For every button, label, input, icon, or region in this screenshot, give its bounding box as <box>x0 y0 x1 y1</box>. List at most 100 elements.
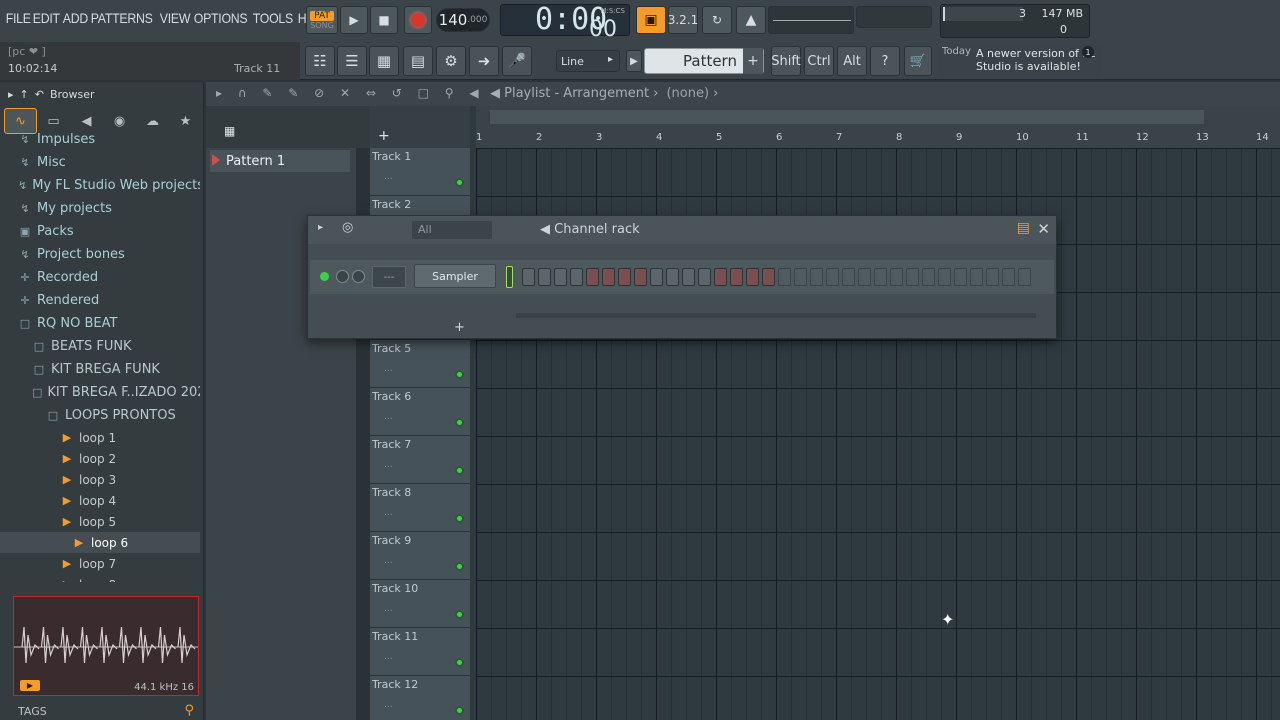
alt-key-button[interactable]: Alt <box>837 46 867 76</box>
step-button[interactable] <box>538 268 551 286</box>
track-mute-led[interactable] <box>455 466 464 475</box>
preview-play-button[interactable]: ▶ <box>20 680 40 691</box>
arrow-up-icon[interactable]: ↑ <box>20 88 29 101</box>
sample-preview[interactable]: ▶ 44.1 kHz 16 <box>13 596 199 696</box>
step-button[interactable] <box>794 268 807 286</box>
time-display[interactable]: 0:00 M:S:CS 00 <box>500 2 630 42</box>
horizontal-scrollbar[interactable] <box>490 110 1204 124</box>
browser-folder-item[interactable]: ↯ My projects <box>0 197 200 220</box>
record-audio-button[interactable]: 🎤 <box>502 46 532 76</box>
chevron-right-icon[interactable]: ▸ <box>8 88 14 101</box>
add-pattern-button[interactable]: + <box>743 48 763 74</box>
browser-file-item[interactable]: ▶ loop 7 <box>0 553 200 574</box>
close-icon[interactable]: ✕ <box>1037 220 1050 238</box>
volume-knob[interactable] <box>336 270 349 283</box>
step-button[interactable] <box>522 268 535 286</box>
browser-folder-item[interactable]: ↯ Misc <box>0 151 200 174</box>
track-header[interactable]: Track 8... <box>370 484 470 532</box>
typing-keyboard-button[interactable]: ▣ <box>636 6 666 34</box>
shop-button[interactable]: 🛒 <box>904 46 932 76</box>
track-header[interactable]: Track 1... <box>370 148 470 196</box>
channel-select-indicator[interactable] <box>506 266 513 288</box>
mixer-button[interactable]: ▤ <box>403 46 433 76</box>
step-button[interactable] <box>730 268 743 286</box>
menu-view[interactable]: VIEW <box>158 8 192 32</box>
menu-add[interactable]: ADD <box>61 8 90 32</box>
mixer-track-box[interactable]: --- <box>372 266 406 288</box>
step-button[interactable] <box>874 268 887 286</box>
step-button[interactable] <box>842 268 855 286</box>
browser-folder-item[interactable]: □ KIT BREGA FUNK <box>0 358 200 381</box>
track-header[interactable]: Track 5... <box>370 340 470 388</box>
channel-filter[interactable]: All <box>412 221 492 239</box>
menu-edit[interactable]: EDIT <box>31 8 62 32</box>
track-header[interactable]: Track 10... <box>370 580 470 628</box>
track-mute-led[interactable] <box>455 178 464 187</box>
pattern-prev-button[interactable]: ▶ <box>626 50 642 72</box>
playlist-tools[interactable]: ▸ ∩ ✎ ✎ ⊘ ✕ ⇔ ↺ □ ⚲ ◀ <box>216 86 485 100</box>
browser-file-item[interactable]: ▶ loop 5 <box>0 511 200 532</box>
chevron-right-icon[interactable]: ▸ <box>318 222 323 233</box>
browser-folder-item[interactable]: □ KIT BREGA F..IZADO 2026 <box>0 381 200 404</box>
step-button[interactable] <box>570 268 583 286</box>
step-button[interactable] <box>890 268 903 286</box>
stop-button[interactable]: ■ <box>370 6 398 34</box>
step-button[interactable] <box>810 268 823 286</box>
step-button[interactable] <box>586 268 599 286</box>
browser-file-item[interactable]: ▶ loop 2 <box>0 448 200 469</box>
news-panel[interactable]: Today A newer version of FL Studio is av… <box>938 44 1102 78</box>
browser-folder-item[interactable]: □ LOOPS PRONTOS <box>0 404 200 427</box>
step-button[interactable] <box>714 268 727 286</box>
playlist-button[interactable]: ☷ <box>305 46 335 76</box>
step-button[interactable] <box>938 268 951 286</box>
track-header[interactable]: Track 9... <box>370 532 470 580</box>
timeline-ruler[interactable]: 1 2 3 4 5 6 7 8 9 10 11 12 13 14 <box>476 106 1280 148</box>
step-button[interactable] <box>858 268 871 286</box>
channel-mute-led[interactable] <box>320 272 329 281</box>
channel-rack-button[interactable]: ▦ <box>369 46 399 76</box>
track-mute-led[interactable] <box>455 370 464 379</box>
play-button[interactable]: ▶ <box>340 6 368 34</box>
step-button[interactable] <box>602 268 615 286</box>
step-button[interactable] <box>778 268 791 286</box>
track-mute-led[interactable] <box>455 514 464 523</box>
step-button[interactable] <box>618 268 631 286</box>
channel-name-button[interactable]: Sampler <box>414 264 496 288</box>
countdown-button[interactable]: 3.2.1 <box>668 6 698 34</box>
browser-folder-item[interactable]: ✛ Recorded <box>0 266 200 289</box>
track-mute-led[interactable] <box>455 706 464 715</box>
step-button[interactable] <box>746 268 759 286</box>
piano-roll-button[interactable]: ☰ <box>337 46 367 76</box>
browser-folder-item[interactable]: ↯ My FL Studio Web projects <box>0 174 200 197</box>
browser-file-item[interactable]: ▶ loop 8 <box>0 574 200 583</box>
search-icon[interactable]: ⚲ <box>184 703 194 718</box>
track-mute-led[interactable] <box>455 418 464 427</box>
browser-file-item[interactable]: ▶ loop 1 <box>0 427 200 448</box>
browser-folder-item[interactable]: □ RQ NO BEAT <box>0 312 200 335</box>
channel-rack-scrollbar[interactable] <box>516 313 1036 318</box>
step-button[interactable] <box>954 268 967 286</box>
browser-folder-item[interactable]: □ BEATS FUNK <box>0 335 200 358</box>
track-header[interactable]: Track 11... <box>370 628 470 676</box>
step-button[interactable] <box>762 268 775 286</box>
browser-file-item[interactable]: ▶ loop 4 <box>0 490 200 511</box>
pan-knob[interactable] <box>352 270 365 283</box>
menu-tools[interactable]: TOOLS <box>251 8 295 32</box>
piano-icon[interactable]: ▦ <box>224 124 235 138</box>
step-button[interactable] <box>1002 268 1015 286</box>
browser-folder-item[interactable]: ▣ Packs <box>0 220 200 243</box>
step-button[interactable] <box>906 268 919 286</box>
step-button[interactable] <box>986 268 999 286</box>
graph-icon[interactable]: ▤ <box>1017 220 1030 236</box>
step-button[interactable] <box>634 268 647 286</box>
menu-options[interactable]: OPTIONS <box>192 8 249 32</box>
browser-folder-item[interactable]: ↯ Impulses <box>0 128 200 151</box>
track-mute-led[interactable] <box>455 562 464 571</box>
menu-patterns[interactable]: PATTERNS <box>89 8 154 32</box>
playlist-pattern-select[interactable]: (none) <box>666 86 709 101</box>
plugin-picker-button[interactable]: ⚙ <box>436 46 466 76</box>
browser-file-item[interactable]: ▶ loop 6 <box>0 532 200 553</box>
menu-file[interactable]: FILE <box>4 8 32 32</box>
pattern-list-item[interactable]: Pattern 1 <box>210 150 350 172</box>
add-track-icon[interactable]: + <box>378 128 390 144</box>
